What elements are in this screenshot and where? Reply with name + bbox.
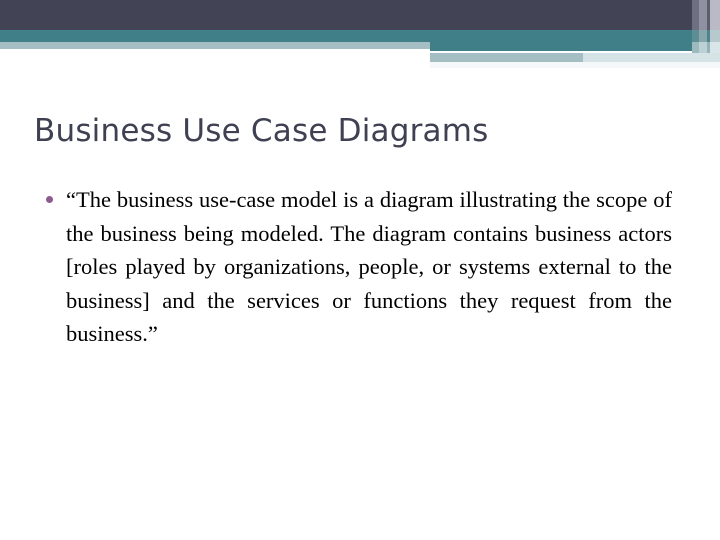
header-vstripe-2-teal xyxy=(699,30,707,42)
header-band-dark xyxy=(0,0,720,30)
header-band-pale-left xyxy=(0,42,430,49)
list-item: “The business use-case model is a diagra… xyxy=(38,183,672,384)
bullet-point-icon xyxy=(46,196,53,203)
slide-canvas: Business Use Case Diagrams “The business… xyxy=(0,0,720,540)
header-band-faint xyxy=(430,62,720,68)
header-band-teal xyxy=(0,30,720,42)
slide-title: Business Use Case Diagrams xyxy=(34,113,489,149)
header-vstripe-3-pale xyxy=(707,42,710,53)
header-vstripe-3-teal xyxy=(707,30,710,42)
header-vstripe-1-dark xyxy=(692,0,699,30)
header-band-pale-right xyxy=(430,53,583,62)
header-vstripe-3-dark xyxy=(707,0,710,30)
header-vstripe-1-teal xyxy=(692,30,699,42)
slide-body-list: “The business use-case model is a diagra… xyxy=(38,183,672,384)
header-vstripe-4-pale xyxy=(710,42,720,53)
header-vstripe-4-light xyxy=(710,0,720,30)
header-vstripe-2-gray xyxy=(699,0,707,30)
header-vstripe-2-pale xyxy=(699,42,707,53)
header-band-pale-right-fade xyxy=(583,53,720,62)
header-vstripe-4-teal xyxy=(710,30,720,42)
header-band-teal-right xyxy=(430,42,720,51)
header-vstripe-1-pale xyxy=(692,42,699,53)
list-item-text: “The business use-case model is a diagra… xyxy=(66,187,672,346)
